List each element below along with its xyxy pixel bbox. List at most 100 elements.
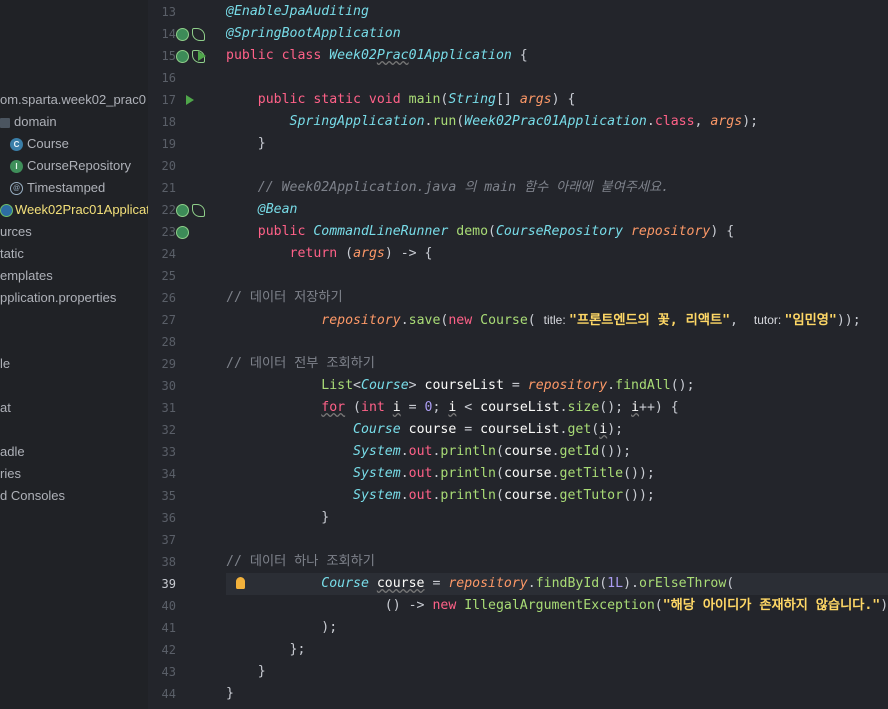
line-number: 24 — [161, 247, 176, 261]
code-token: , — [730, 313, 754, 328]
code-token: args — [710, 114, 743, 129]
tree-item[interactable]: pplication.properties — [0, 287, 116, 309]
code-token: = — [456, 422, 481, 437]
editor-gutter: 13 14 15 16 17 18 19 20 21 22 23 24 25 26 27 28 29 30 31 32… — [148, 0, 226, 709]
tree-item[interactable]: @ Timestamped — [10, 177, 105, 199]
line-number: 38 — [161, 555, 176, 569]
code-token: findAll — [615, 378, 671, 393]
code-line[interactable]: System.out.println(course.getTutor()); — [226, 485, 655, 507]
code-line[interactable]: @EnableJpaAuditing — [226, 1, 369, 23]
code-token: courseList — [480, 400, 560, 415]
code-token: course — [503, 488, 552, 503]
line-number: 28 — [161, 335, 176, 349]
run-icon[interactable] — [186, 95, 194, 105]
line-number: 22 — [161, 203, 176, 217]
code-line[interactable]: } — [226, 133, 266, 155]
tree-item-label: tatic — [0, 246, 24, 261]
code-token: (); — [599, 400, 632, 415]
code-token: CommandLineRunner — [313, 224, 457, 239]
code-token: System — [353, 444, 401, 459]
code-token: println — [440, 466, 496, 481]
code-token: ( — [527, 313, 544, 328]
tree-item[interactable]: d Consoles — [0, 485, 65, 507]
folder-icon — [0, 117, 10, 128]
code-line[interactable]: // 데이터 저장하기 — [226, 287, 343, 309]
tree-item[interactable]: C Course — [10, 133, 69, 155]
code-token: System — [353, 466, 401, 481]
code-line[interactable]: public class Week02Prac01Application { — [226, 45, 528, 67]
code-token: ()); — [599, 444, 632, 459]
code-line[interactable]: } — [226, 507, 329, 529]
code-token: . — [400, 444, 409, 459]
code-line[interactable]: repository.save(new Course( title: "프론트엔… — [226, 309, 860, 331]
tree-item[interactable]: adle — [0, 441, 25, 463]
code-token: new — [432, 598, 465, 613]
tree-item[interactable]: at — [0, 397, 11, 419]
tree-item[interactable]: om.sparta.week02_prac0 — [0, 89, 146, 111]
code-line[interactable]: // 데이터 전부 조회하기 — [226, 353, 375, 375]
code-token: // 데이터 저장하기 — [226, 290, 343, 305]
code-line[interactable]: () -> new IllegalArgumentException("해당 아… — [226, 595, 888, 617]
code-line[interactable]: for (int i = 0; i < courseList.size(); i… — [226, 397, 678, 419]
code-line[interactable]: return (args) -> { — [226, 243, 433, 265]
code-line[interactable]: public static void main(String[] args) { — [226, 89, 576, 111]
code-line[interactable]: System.out.println(course.getTitle()); — [226, 463, 655, 485]
code-line[interactable]: @Bean — [226, 199, 298, 221]
bean-icon[interactable] — [176, 50, 189, 63]
tree-item[interactable]: emplates — [0, 265, 53, 287]
tree-item[interactable]: I CourseRepository — [10, 155, 131, 177]
line-number: 31 — [161, 401, 176, 415]
code-token: String — [448, 92, 496, 107]
tree-item[interactable]: tatic — [0, 243, 24, 265]
tree-item[interactable]: le — [0, 353, 10, 375]
code-token: . — [527, 576, 536, 591]
code-token: Week02 — [329, 48, 377, 63]
code-line[interactable]: @SpringBootApplication — [226, 23, 401, 45]
code-token: return — [289, 246, 346, 261]
line-number: 13 — [161, 5, 176, 19]
leaf-icon[interactable] — [192, 204, 205, 217]
bean-icon[interactable] — [176, 226, 189, 239]
code-line[interactable]: Course course = courseList.get(i); — [226, 419, 623, 441]
bean-icon[interactable] — [176, 204, 189, 217]
code-token: ( — [496, 466, 504, 481]
code-line[interactable]: public CommandLineRunner demo(CourseRepo… — [226, 221, 734, 243]
code-token: getTutor — [559, 488, 624, 503]
code-token: , — [694, 114, 711, 129]
code-line[interactable]: Course course = repository.findById(1L).… — [226, 573, 734, 595]
code-token: Course — [321, 576, 377, 591]
code-line[interactable]: List<Course> courseList = repository.fin… — [226, 375, 694, 397]
code-token: public static void — [257, 92, 409, 107]
code-line[interactable]: // 데이터 하나 조회하기 — [226, 551, 375, 573]
code-token: ( — [599, 576, 608, 591]
code-line[interactable]: // Week02Application.java 의 main 함수 아래에 … — [226, 177, 669, 199]
code-line[interactable]: }; — [226, 639, 306, 661]
bean-icon[interactable] — [176, 28, 189, 41]
intention-bulb-icon[interactable] — [236, 577, 245, 589]
run-icon[interactable] — [198, 51, 206, 61]
code-line[interactable]: System.out.println(course.getId()); — [226, 441, 631, 463]
code-token: } — [226, 664, 266, 679]
line-number: 25 — [161, 269, 176, 283]
tree-item[interactable]: Week02Prac01Applicat — [0, 199, 148, 221]
tree-item[interactable]: urces — [0, 221, 32, 243]
leaf-icon[interactable] — [192, 28, 205, 41]
code-token: repository — [630, 224, 711, 239]
code-line[interactable]: ); — [226, 617, 337, 639]
code-line[interactable]: } — [226, 661, 266, 683]
tree-item-label: Course — [27, 136, 69, 151]
tree-item-label: urces — [0, 224, 32, 239]
code-token: args — [353, 246, 385, 261]
interface-icon: I — [10, 160, 23, 174]
code-token: "프론트엔드의 꽃, 리액트" — [569, 313, 731, 328]
code-editor[interactable]: @EnableJpaAuditing @SpringBootApplication… — [226, 0, 888, 709]
tree-item[interactable]: ries — [0, 463, 21, 485]
code-line[interactable]: SpringApplication.run(Week02Prac01Applic… — [226, 111, 759, 133]
code-line[interactable]: } — [226, 683, 234, 705]
tree-item[interactable]: domain — [0, 111, 57, 133]
